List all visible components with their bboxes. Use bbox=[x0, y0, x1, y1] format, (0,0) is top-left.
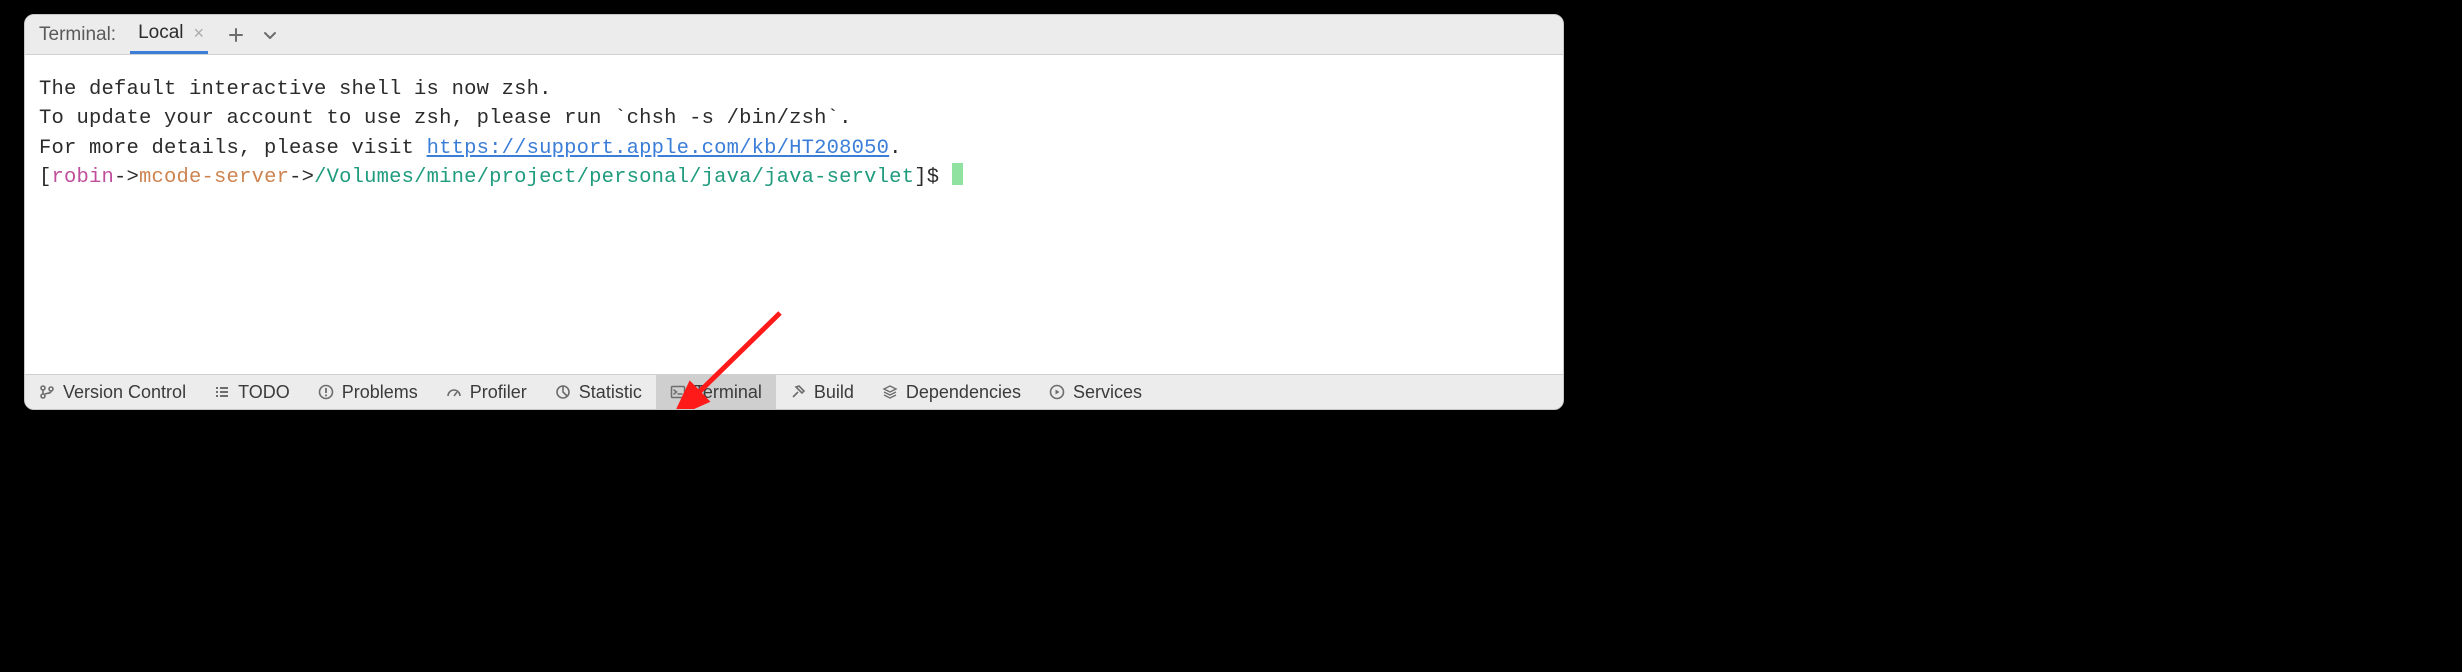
tool-tab-label: Statistic bbox=[579, 382, 642, 403]
terminal-text: . bbox=[889, 137, 902, 160]
terminal-line: To update your account to use zsh, pleas… bbox=[39, 107, 852, 130]
tool-tab-statistic[interactable]: Statistic bbox=[541, 375, 656, 409]
gauge-icon bbox=[446, 384, 462, 400]
tool-tab-label: TODO bbox=[238, 382, 290, 403]
prompt-path: /Volumes/mine/project/personal/java/java… bbox=[314, 166, 914, 189]
panel-title: Terminal: bbox=[39, 24, 126, 46]
tool-tab-label: Build bbox=[814, 382, 854, 403]
terminal-content[interactable]: The default interactive shell is now zsh… bbox=[25, 55, 1563, 374]
list-icon bbox=[214, 384, 230, 400]
hammer-icon bbox=[790, 384, 806, 400]
play-circle-icon bbox=[1049, 384, 1065, 400]
toolwindow-bottom-bar: Version Control TODO Problems Profiler S… bbox=[25, 374, 1563, 409]
tool-tab-label: Terminal bbox=[694, 382, 762, 403]
warning-icon bbox=[318, 384, 334, 400]
tool-tab-label: Version Control bbox=[63, 382, 186, 403]
tab-actions bbox=[228, 27, 278, 43]
tool-tab-services[interactable]: Services bbox=[1035, 375, 1156, 409]
tool-tab-terminal[interactable]: Terminal bbox=[656, 375, 776, 409]
chevron-down-icon[interactable] bbox=[262, 27, 278, 43]
tool-tab-label: Problems bbox=[342, 382, 418, 403]
cursor bbox=[952, 163, 963, 185]
tool-tab-build[interactable]: Build bbox=[776, 375, 868, 409]
prompt-host: mcode-server bbox=[139, 166, 289, 189]
tool-tab-version-control[interactable]: Version Control bbox=[25, 375, 200, 409]
tool-tab-problems[interactable]: Problems bbox=[304, 375, 432, 409]
prompt-arrow: -> bbox=[114, 166, 139, 189]
terminal-tab-bar: Terminal: Local × bbox=[25, 15, 1563, 55]
new-tab-icon[interactable] bbox=[228, 27, 244, 43]
terminal-tab-local[interactable]: Local × bbox=[130, 15, 208, 54]
tool-tab-todo[interactable]: TODO bbox=[200, 375, 304, 409]
terminal-line: For more details, please visit bbox=[39, 137, 427, 160]
tool-tab-label: Dependencies bbox=[906, 382, 1021, 403]
prompt-user: robin bbox=[52, 166, 115, 189]
close-icon[interactable]: × bbox=[194, 23, 205, 44]
tool-tab-label: Profiler bbox=[470, 382, 527, 403]
tool-tab-dependencies[interactable]: Dependencies bbox=[868, 375, 1035, 409]
tool-tab-label: Services bbox=[1073, 382, 1142, 403]
terminal-toolwindow: Terminal: Local × The default interactiv… bbox=[24, 14, 1564, 410]
terminal-link[interactable]: https://support.apple.com/kb/HT208050 bbox=[427, 137, 890, 160]
branch-icon bbox=[39, 384, 55, 400]
prompt-open: [ bbox=[39, 166, 52, 189]
prompt-arrow: -> bbox=[289, 166, 314, 189]
layers-icon bbox=[882, 384, 898, 400]
tab-label: Local bbox=[138, 22, 183, 44]
pie-chart-icon bbox=[555, 384, 571, 400]
tool-tab-profiler[interactable]: Profiler bbox=[432, 375, 541, 409]
terminal-icon bbox=[670, 384, 686, 400]
terminal-line: The default interactive shell is now zsh… bbox=[39, 78, 552, 101]
prompt-close: ]$ bbox=[914, 166, 952, 189]
